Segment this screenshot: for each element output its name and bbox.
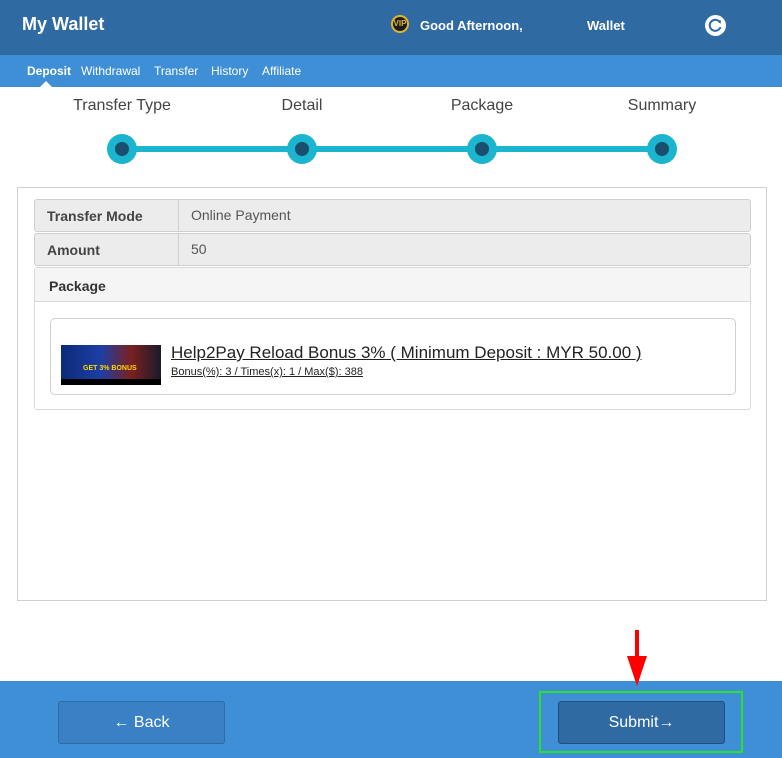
package-item[interactable]: GET 3% BONUS Help2Pay Reload Bonus 3% ( … xyxy=(50,318,736,395)
step-node-detail xyxy=(287,134,317,164)
step-node-transfer-type xyxy=(107,134,137,164)
tab-deposit[interactable]: Deposit xyxy=(27,64,71,78)
tab-history[interactable]: History xyxy=(211,64,248,78)
greeting-text: Good Afternoon, xyxy=(420,18,523,33)
step-label-detail: Detail xyxy=(281,97,323,114)
app-header: My Wallet VIP Good Afternoon, Wallet xyxy=(0,0,782,55)
package-header: Package xyxy=(35,268,750,302)
amount-row: Amount 50 xyxy=(34,233,751,266)
refresh-icon[interactable] xyxy=(705,15,726,36)
step-node-summary xyxy=(647,134,677,164)
step-node-package xyxy=(467,134,497,164)
banner-text: GET 3% BONUS xyxy=(83,365,137,372)
step-label-package: Package xyxy=(450,97,514,114)
package-label: Package xyxy=(49,278,106,294)
step-label-transfer-type: Transfer Type xyxy=(73,97,171,114)
back-button[interactable]: ← Back xyxy=(58,701,225,744)
transfer-mode-row: Transfer Mode Online Payment xyxy=(34,199,751,232)
vip-icon: VIP xyxy=(391,15,409,33)
tab-affiliate[interactable]: Affiliate xyxy=(262,64,301,78)
step-label-summary: Summary xyxy=(627,97,697,114)
step-progress-track xyxy=(122,146,662,152)
pointer-arrow-icon xyxy=(627,656,647,686)
amount-value: 50 xyxy=(178,234,751,265)
package-details-link[interactable]: Bonus(%): 3 / Times(x): 1 / Max($): 388 xyxy=(171,366,363,378)
tab-transfer[interactable]: Transfer xyxy=(154,64,198,78)
tab-withdrawal[interactable]: Withdrawal xyxy=(81,64,140,78)
wallet-nav: Deposit Withdrawal Transfer History Affi… xyxy=(0,55,782,87)
transfer-mode-label: Transfer Mode xyxy=(47,208,143,224)
page-title: My Wallet xyxy=(22,14,105,34)
submit-highlight-box xyxy=(539,691,743,753)
package-title-link[interactable]: Help2Pay Reload Bonus 3% ( Minimum Depos… xyxy=(171,343,642,363)
package-section: Package GET 3% BONUS Help2Pay Reload Bon… xyxy=(34,267,751,410)
active-tab-caret xyxy=(40,81,52,87)
transfer-mode-value: Online Payment xyxy=(178,200,751,231)
package-banner-image: GET 3% BONUS xyxy=(61,345,161,385)
wallet-label: Wallet xyxy=(587,18,625,33)
summary-panel: Transfer Mode Online Payment Amount 50 P… xyxy=(17,187,767,601)
amount-label: Amount xyxy=(47,242,100,258)
